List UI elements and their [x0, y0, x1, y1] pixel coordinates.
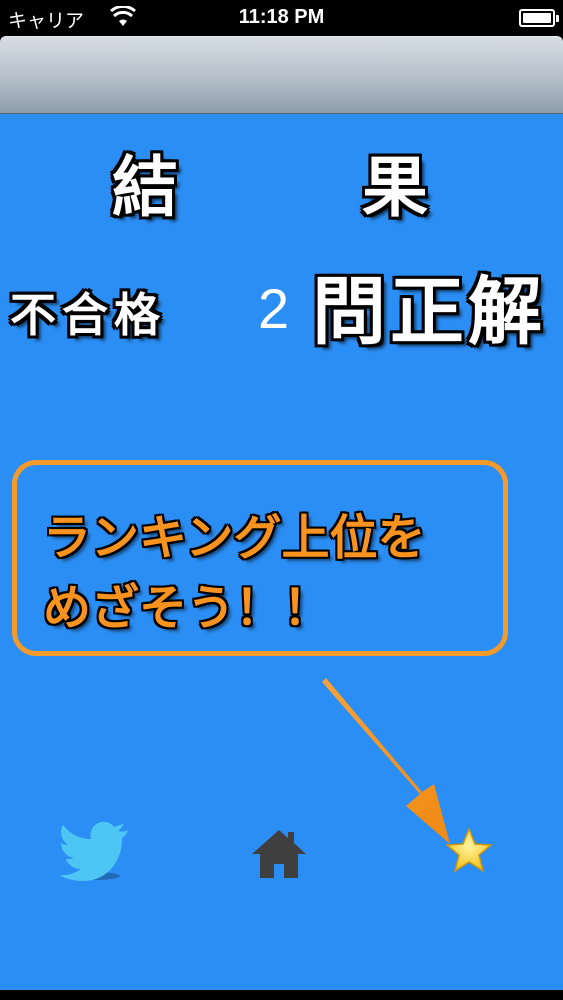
ranking-message-box: ランキング上位を めざそう！！	[12, 460, 508, 656]
arrow-pointer-icon	[322, 678, 450, 844]
title-char-left: 結	[112, 149, 178, 226]
correct-count: 2	[258, 277, 290, 340]
result-screen: 結 果 不合格 2 問正解 ランキング上位を めざそう！！	[0, 114, 563, 990]
twitter-button[interactable]	[58, 820, 132, 882]
battery-icon	[519, 9, 559, 27]
status-bar: キャリア 11:18 PM	[0, 0, 563, 36]
ranking-button[interactable]	[444, 826, 494, 876]
status-time: 11:18 PM	[238, 6, 325, 28]
star-icon	[445, 826, 493, 873]
message-line-1: ランキング上位を	[43, 510, 426, 566]
result-title: 結 果	[0, 134, 563, 226]
navigation-bar	[0, 36, 563, 114]
correct-answers-label: 問正解	[312, 269, 546, 355]
verdict-label: 不合格	[10, 288, 166, 342]
home-button[interactable]	[250, 826, 308, 882]
message-line-2: めざそう！！	[43, 580, 332, 636]
ranking-message: ランキング上位を めざそう！！	[43, 503, 503, 643]
title-char-right: 果	[362, 149, 428, 226]
twitter-bird-icon	[59, 821, 128, 881]
home-icon	[252, 830, 306, 878]
bottom-edge	[0, 990, 563, 1000]
